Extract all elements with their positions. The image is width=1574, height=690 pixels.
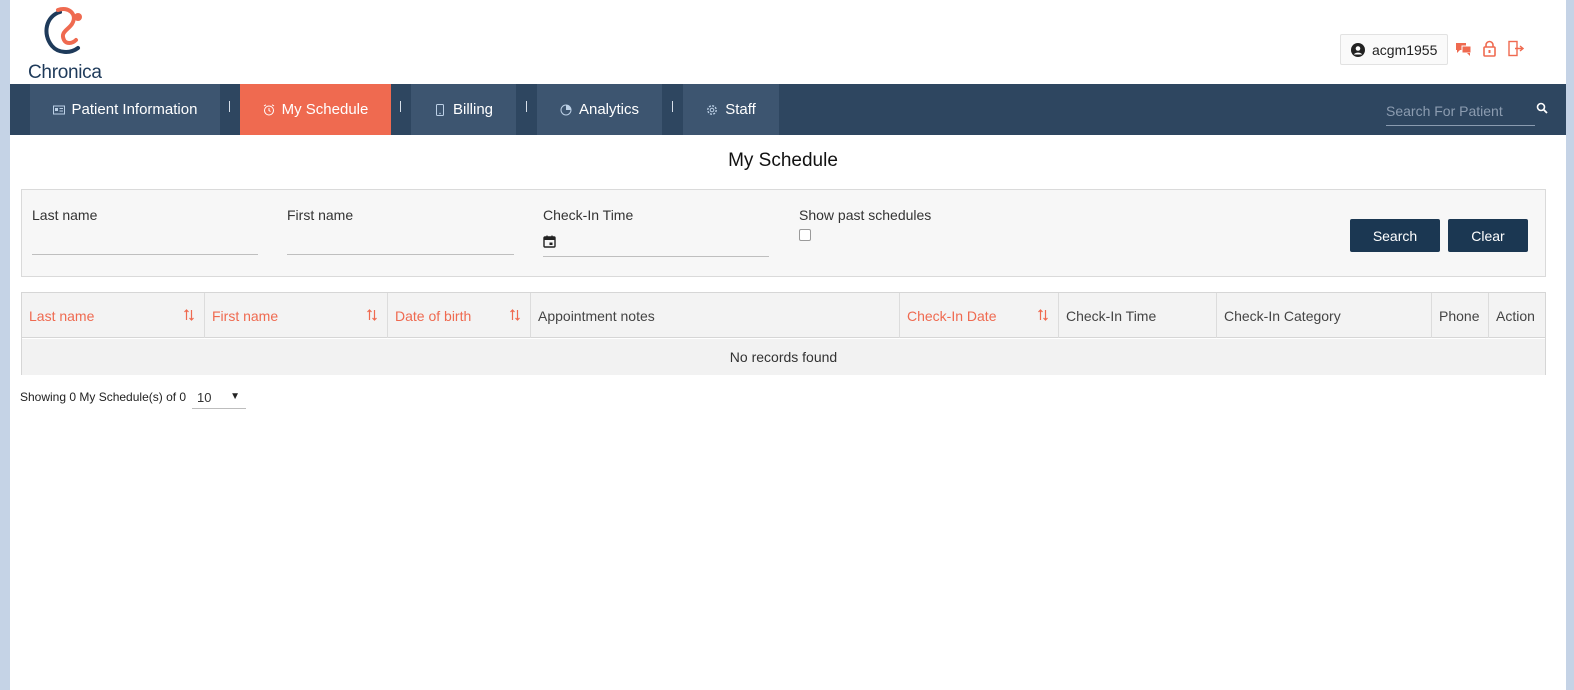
nav-divider <box>229 101 230 112</box>
sort-icon <box>184 309 194 321</box>
table-header: Last name First name Date of birth Appoi… <box>22 293 1545 338</box>
nav-label: Analytics <box>578 101 640 118</box>
pagination-summary: Showing 0 My Schedule(s) of 0 <box>20 390 187 404</box>
empty-state-row: No records found <box>22 339 1545 375</box>
username: acgm1955 <box>1372 41 1438 58</box>
column-label: Action <box>1496 307 1535 324</box>
column-label: First name <box>212 307 279 324</box>
nav-label: Patient Information <box>71 101 198 118</box>
column-header-checkin-category: Check-In Category <box>1217 293 1432 338</box>
column-label: Check-In Category <box>1224 307 1341 324</box>
nav-analytics[interactable]: Analytics <box>537 84 662 135</box>
nav-my-schedule[interactable]: My Schedule <box>240 84 391 135</box>
nav-billing[interactable]: Billing <box>411 84 516 135</box>
column-label: Check-In Time <box>1066 307 1157 324</box>
sort-icon <box>510 309 520 321</box>
logo-mark-icon <box>44 7 82 54</box>
column-label: Check-In Date <box>907 307 997 324</box>
chat-icon[interactable] <box>1455 40 1472 57</box>
checkin-time-input[interactable] <box>543 233 769 257</box>
column-header-checkin-time: Check-In Time <box>1059 293 1217 338</box>
user-menu[interactable]: acgm1955 <box>1340 34 1449 65</box>
nav-label: My Schedule <box>281 101 369 118</box>
last-name-label: Last name <box>32 207 98 223</box>
calendar-icon[interactable] <box>543 235 556 248</box>
nav-divider <box>526 101 527 112</box>
first-name-input[interactable] <box>287 231 514 255</box>
sort-icon <box>367 309 377 321</box>
filter-panel: Last name First name Check-In Time Show … <box>21 189 1546 277</box>
app-window: Chronica acgm1955 Patient Information My… <box>10 0 1566 690</box>
top-header: Chronica acgm1955 <box>10 0 1566 84</box>
nav-label: Billing <box>452 101 494 118</box>
nav-divider <box>400 101 401 112</box>
column-label: Last name <box>29 307 95 324</box>
page-size-select[interactable]: 10 ▼ <box>192 386 246 409</box>
tablet-icon <box>435 103 444 116</box>
user-avatar-icon <box>1351 42 1365 57</box>
nav-label: Staff <box>725 101 756 118</box>
nav-divider <box>672 101 673 112</box>
page-size-value: 10 <box>197 389 212 405</box>
page-title: My Schedule <box>728 150 838 171</box>
column-header-phone: Phone <box>1432 293 1489 338</box>
column-header-first-name[interactable]: First name <box>205 293 388 338</box>
show-past-label: Show past schedules <box>799 207 932 223</box>
gear-icon <box>707 104 718 115</box>
column-label: Date of birth <box>395 307 472 324</box>
column-header-checkin-date[interactable]: Check-In Date <box>900 293 1059 338</box>
first-name-label: First name <box>287 207 354 223</box>
chronica-logo[interactable]: Chronica <box>26 4 102 83</box>
clear-button[interactable]: Clear <box>1448 219 1528 252</box>
column-label: Phone <box>1439 307 1480 324</box>
brand-name: Chronica <box>28 62 102 83</box>
id-card-icon <box>52 105 65 114</box>
column-header-action: Action <box>1489 293 1545 338</box>
column-label: Appointment notes <box>538 307 655 324</box>
nav-staff[interactable]: Staff <box>683 84 779 135</box>
show-past-checkbox[interactable] <box>799 229 811 241</box>
dropdown-caret-icon: ▼ <box>230 391 240 402</box>
nav-patient-information[interactable]: Patient Information <box>30 84 220 135</box>
search-button[interactable]: Search <box>1350 219 1440 252</box>
pie-chart-icon <box>560 104 572 115</box>
column-header-last-name[interactable]: Last name <box>22 293 205 338</box>
patient-search-input[interactable] <box>1386 97 1535 126</box>
logout-icon[interactable] <box>1507 40 1524 57</box>
schedule-table: Last name First name Date of birth Appoi… <box>21 292 1546 375</box>
alarm-clock-icon <box>263 103 274 115</box>
column-header-date-of-birth[interactable]: Date of birth <box>388 293 531 338</box>
header-icons <box>1455 40 1524 57</box>
column-header-appointment-notes: Appointment notes <box>531 293 900 338</box>
sort-icon <box>1038 309 1048 321</box>
last-name-input[interactable] <box>32 231 258 255</box>
search-icon[interactable] <box>1536 102 1548 114</box>
main-navbar: Patient Information My Schedule Billing <box>10 84 1566 135</box>
checkin-time-label: Check-In Time <box>543 207 634 223</box>
lock-icon[interactable] <box>1481 40 1498 57</box>
